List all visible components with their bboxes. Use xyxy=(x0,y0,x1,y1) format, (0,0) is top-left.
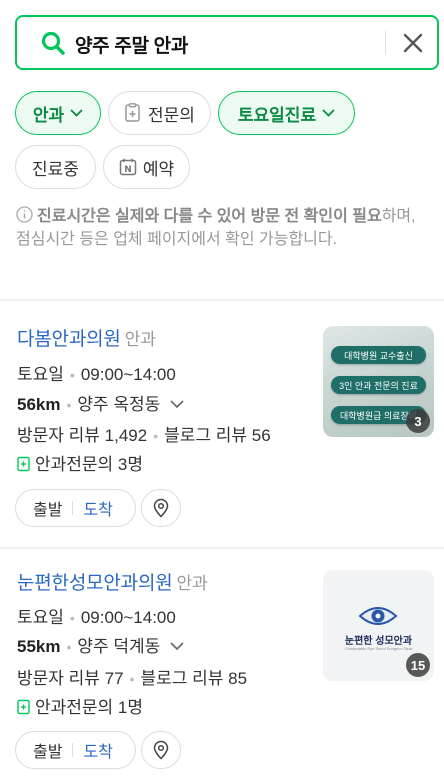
specialist-line: 안과전문의 1명 xyxy=(17,693,143,718)
chevron-down-icon xyxy=(70,109,83,117)
hours-text: 09:00~14:00 xyxy=(80,608,176,627)
hours-line: 토요일 • 09:00~14:00 xyxy=(17,608,176,627)
medical-document-icon xyxy=(17,456,30,472)
photo-caption: 대학병원 교수출신 xyxy=(331,346,426,364)
hours-notice: 진료시간은 실제와 다를 수 있어 방문 전 확인이 필요하며, 점심시간 등은… xyxy=(16,205,426,251)
notice-bold-text: 진료시간은 실제와 다를 수 있어 방문 전 확인이 필요 xyxy=(37,208,382,225)
map-pin-button[interactable] xyxy=(141,731,181,769)
route-buttons: 출발 도착 xyxy=(15,731,136,769)
filter-chip-ophthalmology[interactable]: 안과 xyxy=(15,91,101,135)
filter-chip-reservation[interactable]: N 예약 xyxy=(103,145,190,189)
visitor-reviews[interactable]: 방문자 리뷰 1,492 xyxy=(17,426,147,445)
location-line[interactable]: 56km • 양주 옥정동 xyxy=(17,390,185,415)
place-name-link[interactable]: 눈편한성모안과의원 xyxy=(17,573,173,594)
place-category: 안과 xyxy=(124,330,156,349)
section-divider xyxy=(0,547,444,549)
logo-text: 눈편한 성모안과 xyxy=(344,636,413,647)
filter-chip-label: 진료중 xyxy=(32,159,79,179)
search-divider xyxy=(385,31,386,55)
svg-text:N: N xyxy=(124,165,132,175)
reviews-line: 방문자 리뷰 1,492 • 블로그 리뷰 56 xyxy=(17,426,271,445)
place-category: 안과 xyxy=(176,574,208,593)
medical-document-icon xyxy=(125,103,140,122)
arrive-button[interactable]: 도착 xyxy=(83,496,112,520)
specialist-line: 안과전문의 3명 xyxy=(17,450,143,475)
hours-line: 토요일 • 09:00~14:00 xyxy=(17,365,176,384)
eye-logo-icon xyxy=(358,607,398,625)
medical-document-icon xyxy=(17,699,30,715)
specialist-text: 안과전문의 3명 xyxy=(35,455,144,474)
photo-count-badge: 15 xyxy=(406,653,430,677)
naver-booking-icon: N xyxy=(119,158,137,176)
filter-chip-open-now[interactable]: 진료중 xyxy=(15,145,96,189)
close-icon[interactable] xyxy=(400,29,426,57)
map-pin-icon xyxy=(153,498,169,518)
photo-caption: 3인 안과 전문의 진료 xyxy=(331,376,426,394)
route-buttons: 출발 도착 xyxy=(15,489,136,527)
distance-text: 56km xyxy=(17,395,61,414)
chevron-down-icon xyxy=(322,109,335,117)
place-photo[interactable]: 대학병원 교수출신 3인 안과 전문의 진료 대학병원급 의료장비 3 xyxy=(323,326,434,437)
filter-chip-label: 토요일진료 xyxy=(237,105,317,125)
location-text: 양주 옥정동 xyxy=(77,395,161,414)
arrive-button[interactable]: 도착 xyxy=(83,738,112,762)
chevron-down-icon[interactable] xyxy=(169,399,185,409)
day-label: 토요일 xyxy=(17,365,64,384)
distance-text: 55km xyxy=(17,637,61,656)
filter-chip-label: 예약 xyxy=(142,159,175,179)
visitor-reviews[interactable]: 방문자 리뷰 77 xyxy=(17,669,124,688)
section-divider xyxy=(0,299,444,301)
logo-subtext: Comfortable Eye Seoul Sungmo Clinic xyxy=(344,646,413,651)
map-pin-icon xyxy=(153,740,169,760)
search-bar[interactable]: 양주 주말 안과 xyxy=(15,15,439,70)
filter-chip-label: 안과 xyxy=(32,105,65,125)
blog-reviews[interactable]: 블로그 리뷰 85 xyxy=(140,669,247,688)
place-name-link[interactable]: 다봄안과의원 xyxy=(17,329,121,350)
filter-chip-saturday[interactable]: 토요일진료 xyxy=(218,91,355,135)
photo-count-badge: 3 xyxy=(406,409,430,433)
reviews-line: 방문자 리뷰 77 • 블로그 리뷰 85 xyxy=(17,669,248,688)
hours-text: 09:00~14:00 xyxy=(80,365,176,384)
chevron-down-icon[interactable] xyxy=(169,641,185,651)
location-line[interactable]: 55km • 양주 덕계동 xyxy=(17,632,185,657)
info-icon xyxy=(16,206,33,223)
map-pin-button[interactable] xyxy=(141,489,181,527)
day-label: 토요일 xyxy=(17,608,64,627)
filter-chip-label: 전문의 xyxy=(148,105,195,125)
specialist-text: 안과전문의 1명 xyxy=(35,698,144,717)
search-input[interactable]: 양주 주말 안과 xyxy=(75,31,188,58)
search-icon xyxy=(41,31,65,55)
depart-button[interactable]: 출발 xyxy=(16,738,62,762)
blog-reviews[interactable]: 블로그 리뷰 56 xyxy=(164,426,271,445)
location-text: 양주 덕계동 xyxy=(77,637,161,656)
depart-button[interactable]: 출발 xyxy=(16,496,62,520)
place-photo[interactable]: 눈편한 성모안과 Comfortable Eye Seoul Sungmo Cl… xyxy=(323,570,434,681)
filter-chip-specialist[interactable]: 전문의 xyxy=(108,91,211,135)
